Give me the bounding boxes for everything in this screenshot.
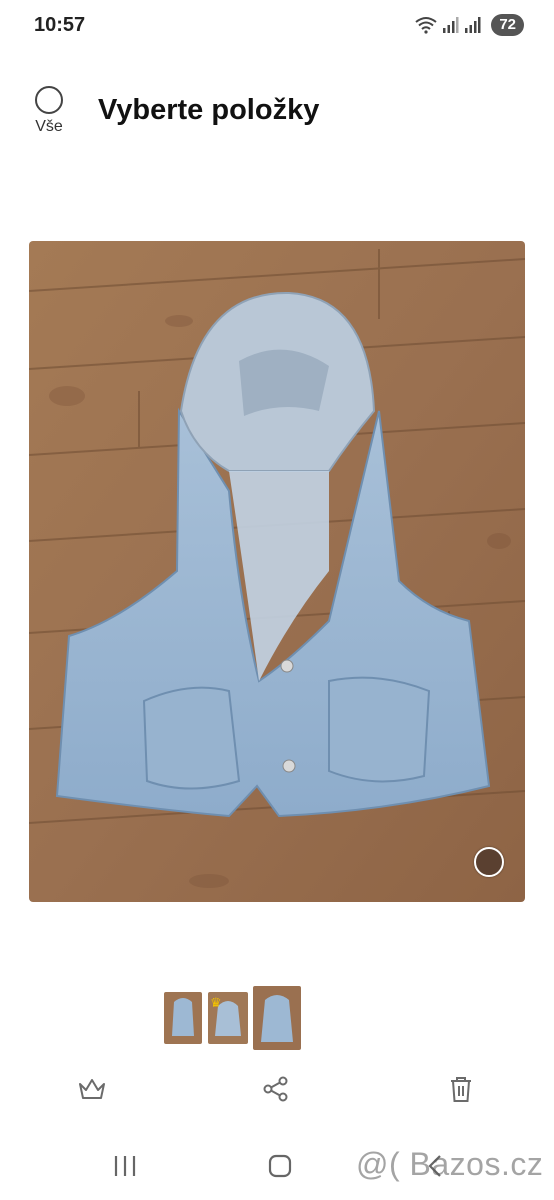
photo-denim-vest[interactable] <box>29 241 525 902</box>
crown-icon[interactable] <box>75 1072 109 1106</box>
status-bar: 10:57 72 <box>0 0 554 52</box>
thumbnail-vest-front[interactable] <box>164 992 202 1044</box>
battery-icon: 72 <box>491 14 524 36</box>
page-title: Vyberte položky <box>98 94 320 126</box>
wifi-icon <box>415 16 437 34</box>
trash-icon[interactable] <box>444 1072 478 1106</box>
select-all-toggle[interactable]: Vše <box>30 86 68 136</box>
recent-apps-icon[interactable] <box>110 1148 140 1184</box>
crown-icon: ♛ <box>210 995 222 1010</box>
select-all-circle-icon[interactable] <box>35 86 63 114</box>
share-icon[interactable] <box>259 1072 293 1106</box>
status-time: 10:57 <box>34 14 86 36</box>
watermark: @( Bazos.cz <box>356 1146 544 1182</box>
photo-select-toggle[interactable] <box>474 847 504 877</box>
home-icon[interactable] <box>264 1148 296 1184</box>
signal-icon <box>441 16 459 34</box>
thumbnail-vest-back[interactable] <box>253 986 301 1050</box>
status-icons: 72 <box>415 14 524 36</box>
select-all-label: Vše <box>35 118 63 135</box>
signal-icon <box>463 16 481 34</box>
